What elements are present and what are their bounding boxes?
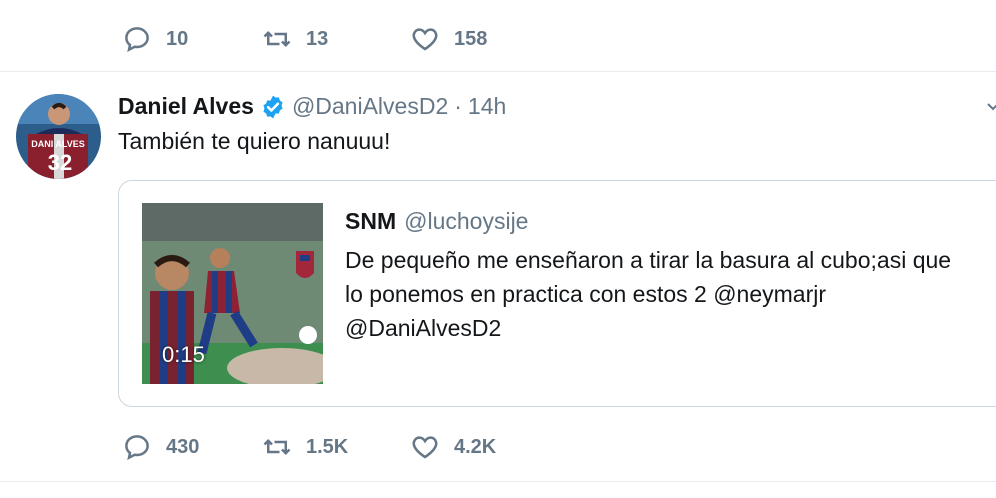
retweet-icon bbox=[263, 438, 291, 456]
previous-tweet-actions: 10 13 158 bbox=[122, 24, 487, 54]
reply-count: 10 bbox=[166, 27, 189, 50]
quoted-tweet-card[interactable]: 0:15 SNM @luchoysije De pequeño me enseñ… bbox=[118, 180, 996, 407]
tweet-divider bbox=[0, 71, 996, 72]
quoted-tweet-text: De pequeño me enseñaron a tirar la basur… bbox=[345, 243, 996, 345]
reply-icon bbox=[125, 27, 149, 52]
retweet-count: 13 bbox=[306, 27, 329, 50]
tweet-divider bbox=[0, 481, 996, 482]
author-name[interactable]: Daniel Alves bbox=[118, 93, 254, 120]
reply-button[interactable]: 430 bbox=[122, 432, 262, 462]
quoted-text-line: De pequeño me enseñaron a tirar la basur… bbox=[345, 247, 952, 273]
tweet-header: Daniel Alves @DaniAlvesD2 · 14h bbox=[118, 93, 506, 120]
like-button[interactable]: 158 bbox=[410, 24, 487, 54]
quoted-text-line: lo ponemos en practica con estos 2 @neym… bbox=[345, 281, 827, 307]
quoted-text-line: @DaniAlvesD2 bbox=[345, 315, 502, 341]
header-separator: · bbox=[454, 93, 462, 119]
like-button[interactable]: 4.2K bbox=[410, 432, 496, 462]
reply-button[interactable]: 10 bbox=[122, 24, 262, 54]
author-handle[interactable]: @DaniAlvesD2 bbox=[292, 93, 448, 120]
video-thumbnail[interactable]: 0:15 bbox=[142, 203, 323, 384]
tweet-text: También te quiero nanuuu! bbox=[118, 128, 391, 154]
tweet-actions: 430 1.5K 4.2K bbox=[122, 432, 496, 462]
retweet-button[interactable]: 13 bbox=[262, 24, 410, 54]
quoted-tweet-header: SNM @luchoysije bbox=[345, 208, 528, 235]
video-duration: 0:15 bbox=[162, 342, 205, 367]
reply-count: 430 bbox=[166, 435, 200, 458]
avatar-shirt-name: DANI ALVES bbox=[31, 139, 85, 149]
retweet-button[interactable]: 1.5K bbox=[262, 432, 410, 462]
avatar[interactable]: DANI ALVES 32 bbox=[16, 94, 101, 179]
heart-icon bbox=[412, 436, 438, 459]
reply-icon bbox=[125, 435, 149, 460]
tweet-timestamp[interactable]: 14h bbox=[468, 93, 506, 120]
avatar-image: DANI ALVES 32 bbox=[16, 94, 101, 179]
quoted-author-handle: @luchoysije bbox=[404, 208, 529, 234]
retweet-icon bbox=[263, 30, 291, 48]
retweet-count: 1.5K bbox=[306, 435, 349, 458]
like-count: 4.2K bbox=[454, 435, 497, 458]
quoted-author-name: SNM bbox=[345, 208, 397, 234]
verified-badge-icon bbox=[263, 95, 283, 118]
chevron-down-icon[interactable] bbox=[986, 100, 996, 114]
avatar-shirt-number: 32 bbox=[48, 150, 72, 175]
heart-icon bbox=[412, 28, 438, 51]
like-count: 158 bbox=[454, 27, 488, 50]
